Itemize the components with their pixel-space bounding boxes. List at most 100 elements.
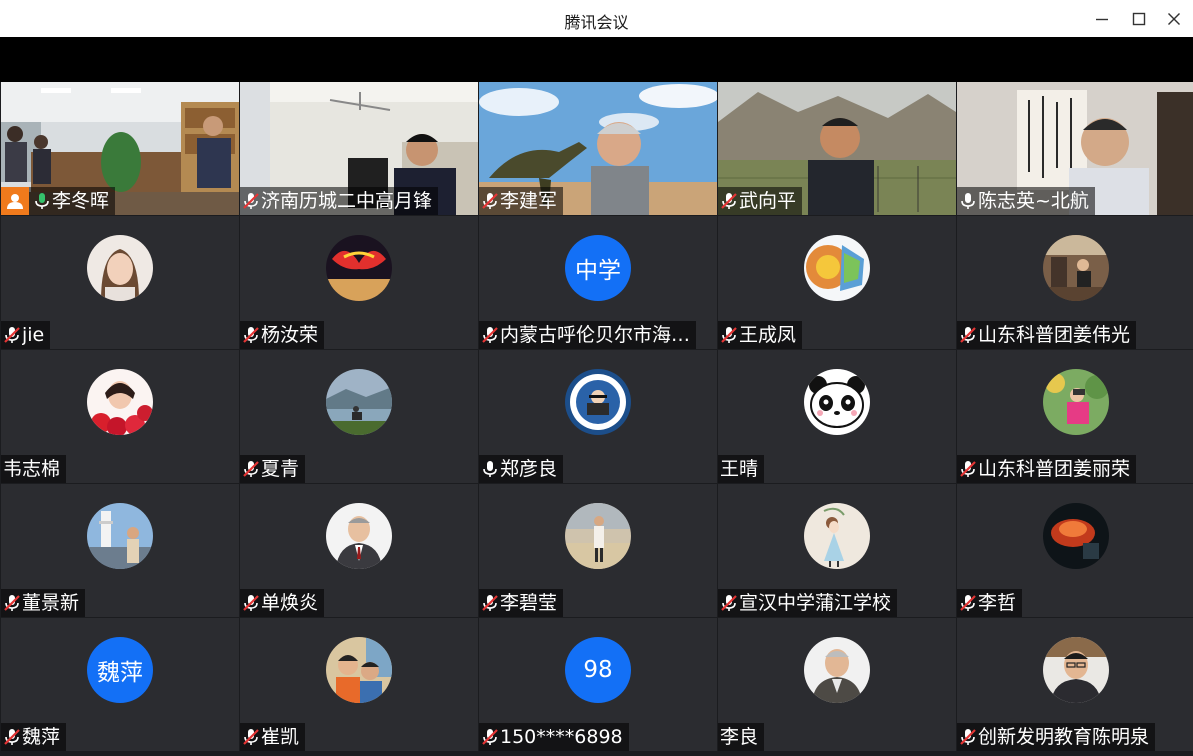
participant-name: 创新发明教育陈明泉 [978,726,1150,748]
participant-name-label: 夏青 [240,455,306,483]
participant-tile[interactable]: 山东科普团姜丽荣 [957,350,1193,483]
close-button[interactable] [1155,0,1193,37]
mic-muted-icon [243,193,259,209]
avatar: 魏萍 [87,637,153,703]
participant-tile[interactable]: 魏萍 魏萍 [1,618,239,751]
avatar [804,235,870,301]
participant-name-label: 郑彦良 [479,455,564,483]
participant-name: 内蒙古呼伦贝尔市海… [500,324,691,346]
avatar [326,235,392,301]
mic-icon [483,461,497,477]
mic-muted-icon [721,595,737,611]
participant-tile[interactable]: 山东科普团姜伟光 [957,216,1193,349]
avatar [1043,235,1109,301]
participant-name-label: 李冬晖 [1,187,116,215]
participant-tile[interactable]: 杨汝荣 [240,216,478,349]
maximize-button[interactable] [1120,0,1158,37]
participant-name-label: 杨汝荣 [240,321,325,349]
participant-tile[interactable]: 韦志棉 [1,350,239,483]
window-title: 腾讯会议 [564,13,629,32]
mic-muted-icon [243,327,259,343]
participant-name-label: 单焕炎 [240,589,325,617]
mic-muted-icon [960,461,976,477]
minimize-button[interactable] [1083,0,1121,37]
participant-name: 韦志棉 [3,458,61,480]
participant-tile[interactable]: 武向平 [718,82,956,215]
participant-tile[interactable]: 夏青 [240,350,478,483]
avatar: 98 [565,637,631,703]
participant-name: 王晴 [720,458,759,480]
participant-tile[interactable]: 崔凯 [240,618,478,751]
mic-muted-icon [960,327,976,343]
participant-tile[interactable]: 李冬晖 [1,82,239,215]
mic-muted-icon [960,729,976,745]
mic-muted-icon [243,729,259,745]
participant-name-label: 创新发明教育陈明泉 [957,723,1156,751]
mic-muted-icon [243,595,259,611]
participant-name-label: 武向平 [718,187,803,215]
participant-tile[interactable]: 陈志英~北航 [957,82,1193,215]
participant-name-label: jie [1,321,51,349]
participant-name-label: 韦志棉 [1,455,67,483]
maximize-icon [1132,12,1146,25]
window-titlebar: 腾讯会议 [0,0,1193,37]
participant-tile[interactable]: 宣汉中学蒲江学校 [718,484,956,617]
participant-name-label: 李碧莹 [479,589,564,617]
participant-name: jie [22,324,45,346]
participant-name-label: 陈志英~北航 [957,187,1095,215]
participant-name: 宣汉中学蒲江学校 [739,592,892,614]
participant-name: 李建军 [500,190,558,212]
participant-tile[interactable]: 李碧莹 [479,484,717,617]
avatar [804,369,870,435]
participant-name: 夏青 [261,458,300,480]
participant-name-label: 宣汉中学蒲江学校 [718,589,898,617]
participant-name-label: 魏萍 [1,723,67,751]
avatar [87,503,153,569]
participant-tile[interactable]: 李哲 [957,484,1193,617]
participant-tile[interactable]: 中学内蒙古呼伦贝尔市海… [479,216,717,349]
mic-muted-icon [482,729,498,745]
minimize-icon [1096,18,1108,20]
mic-icon [961,193,975,209]
mic-muted-icon [4,729,20,745]
meeting-top-bar [0,37,1193,82]
participant-tile[interactable]: 李良 [718,618,956,751]
participant-tile[interactable]: 李建军 [479,82,717,215]
avatar: 中学 [565,235,631,301]
participant-name-label: 李良 [718,723,765,751]
mic-speaking-icon [35,193,49,209]
mic-muted-icon [482,327,498,343]
avatar [326,503,392,569]
mic-muted-icon [482,193,498,209]
participant-name: 武向平 [739,190,797,212]
participant-name-label: 李哲 [957,589,1023,617]
participant-tile[interactable]: 郑彦良 [479,350,717,483]
participant-name: 李冬晖 [52,190,110,212]
avatar [804,637,870,703]
participant-name: 杨汝荣 [261,324,319,346]
participant-tile[interactable]: 98 150****6898 [479,618,717,751]
avatar [87,235,153,301]
close-icon [1168,12,1180,25]
participant-tile[interactable]: 王晴 [718,350,956,483]
avatar [804,503,870,569]
participant-name-label: 150****6898 [479,723,629,751]
participant-tile[interactable]: jie [1,216,239,349]
participant-name: 王成凤 [739,324,797,346]
avatar [326,637,392,703]
participant-grid: 李冬晖 济南历城二中高月锋 李建军 武向平 陈志英~北航 jie 杨汝荣 中学内蒙古呼伦贝尔市… [0,82,1193,756]
participant-tile[interactable]: 董景新 [1,484,239,617]
participant-tile[interactable]: 济南历城二中高月锋 [240,82,478,215]
avatar [326,369,392,435]
avatar [565,503,631,569]
participant-name-label: 董景新 [1,589,86,617]
participant-name: 李碧莹 [500,592,558,614]
participant-name: 李良 [720,726,759,748]
participant-tile[interactable]: 王成凤 [718,216,956,349]
participant-tile[interactable]: 创新发明教育陈明泉 [957,618,1193,751]
mic-muted-icon [4,327,20,343]
participant-name: 山东科普团姜伟光 [978,324,1131,346]
participant-name: 陈志英~北航 [978,190,1089,212]
participant-tile[interactable]: 单焕炎 [240,484,478,617]
participant-name-label: 王成凤 [718,321,803,349]
